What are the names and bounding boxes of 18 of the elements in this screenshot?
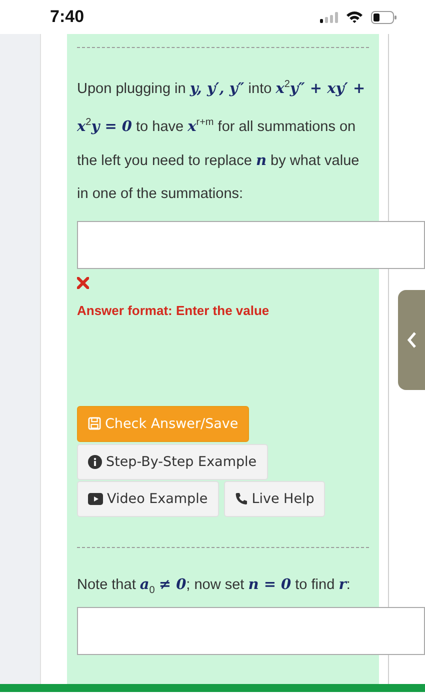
signal-icon	[320, 12, 338, 22]
wifi-icon	[346, 11, 363, 23]
example-button[interactable]: Step-By-Step Example	[77, 444, 268, 480]
battery-icon	[371, 10, 397, 24]
phone-icon	[234, 492, 248, 506]
answer-field[interactable]	[77, 606, 425, 655]
video-button[interactable]: Video Example	[77, 480, 219, 517]
info-icon	[88, 454, 102, 469]
help-button[interactable]: Live Help	[224, 480, 326, 517]
clock-time: 7:40	[50, 7, 84, 27]
play-icon	[88, 492, 103, 505]
wrong-answer-icon	[77, 276, 89, 289]
side-tab[interactable]	[398, 290, 425, 390]
question-text: Note that a$_{0}$ ≠ 0; now set n = 0 to find r:	[77, 574, 352, 598]
chevron-left-icon	[406, 331, 416, 349]
error-message: Answer format: Enter the value	[77, 302, 270, 318]
answer-field[interactable]	[77, 220, 425, 269]
question-text: Upon plugging in y, y′, y″ into x$^{2}$y″ + xy′ + x$^{2}$y = 0 to have x$^{r+m}$ for all summations on the left you need to replace n by what value in one of the summations:	[77, 78, 366, 204]
